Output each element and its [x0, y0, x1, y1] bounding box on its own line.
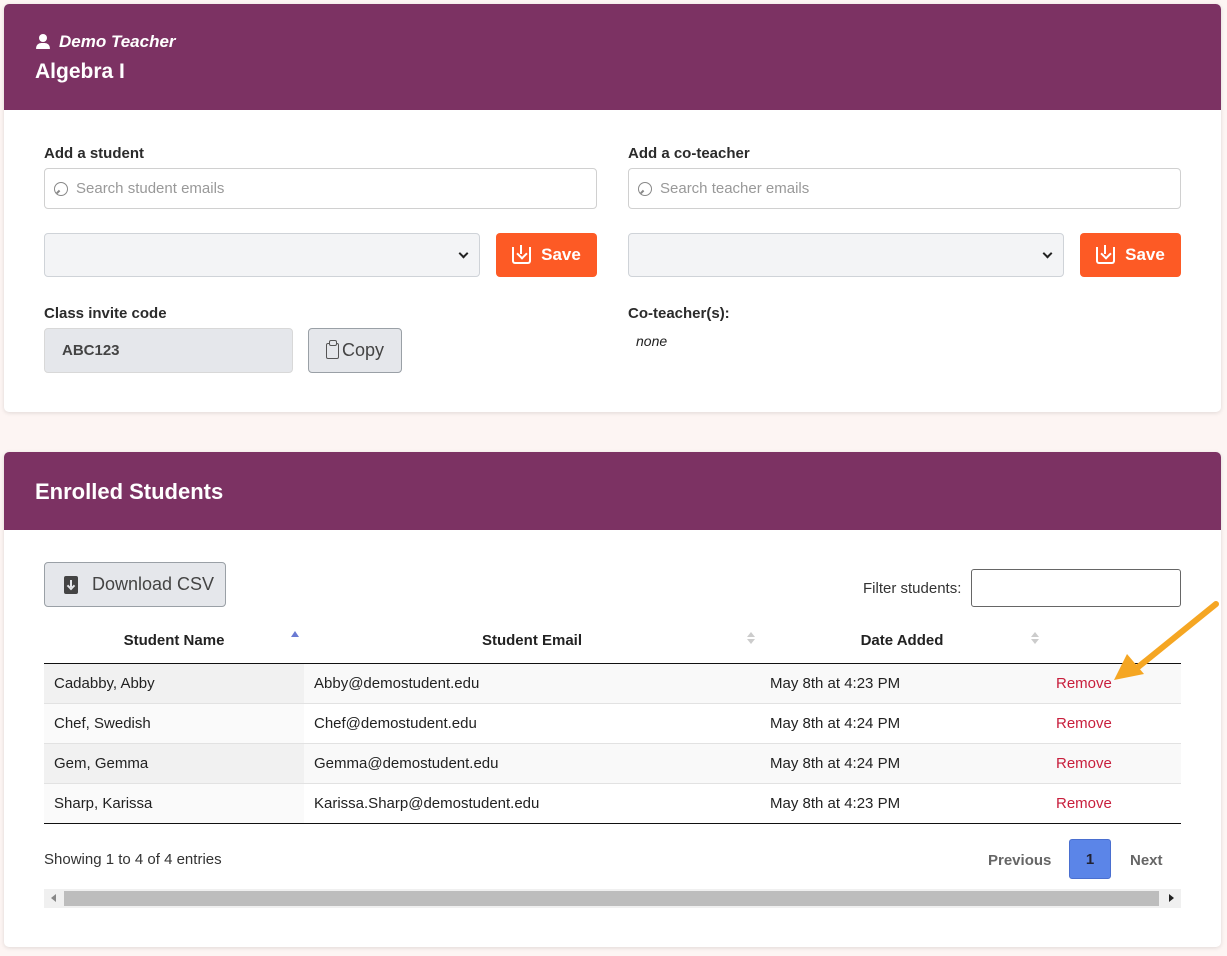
remove-link[interactable]: Remove [1044, 702, 1181, 743]
student-search-input[interactable] [76, 180, 564, 197]
sort-icon [1031, 632, 1039, 646]
column-header-label: Student Name [123, 631, 225, 649]
add-coteacher-label: Add a co-teacher [628, 145, 750, 162]
date-added-cell: May 8th at 4:23 PM [760, 663, 1044, 703]
table-row: Gem, Gemma Gemma@demostudent.edu May 8th… [44, 742, 1181, 783]
download-icon [1096, 244, 1116, 264]
student-name-cell: Gem, Gemma [44, 742, 304, 783]
teacher-row: Demo Teacher [35, 32, 1221, 52]
section-title: Enrolled Students [35, 479, 224, 504]
previous-page-button[interactable]: Previous [988, 852, 1051, 869]
copy-label: Copy [341, 340, 385, 360]
remove-link[interactable]: Remove [1044, 782, 1181, 824]
date-added-cell: May 8th at 4:23 PM [760, 782, 1044, 824]
sort-icon [747, 632, 755, 646]
student-select[interactable] [44, 233, 480, 277]
teacher-name: Demo Teacher [59, 32, 176, 51]
table-row: Chef, Swedish Chef@demostudent.edu May 8… [44, 702, 1181, 743]
copy-button[interactable]: Copy [308, 328, 402, 373]
annotation-arrow-icon [1114, 601, 1219, 680]
entries-info: Showing 1 to 4 of 4 entries [44, 851, 222, 868]
download-csv-label: Download CSV [92, 574, 215, 594]
chevron-down-icon [1042, 248, 1053, 259]
table-header-row: Student Name Student Email Date Added [44, 618, 1181, 664]
file-download-icon [64, 575, 78, 594]
scroll-right-icon[interactable] [1169, 894, 1174, 902]
table-row: Cadabby, Abby Abby@demostudent.edu May 8… [44, 663, 1181, 703]
column-header-email[interactable]: Student Email [304, 618, 760, 664]
student-name-cell: Chef, Swedish [44, 702, 304, 743]
class-header: Demo Teacher Algebra I [4, 4, 1221, 110]
teacher-select[interactable] [628, 233, 1064, 277]
column-header-label: Student Email [481, 631, 582, 649]
student-email-cell: Abby@demostudent.edu [304, 663, 760, 703]
teacher-search-input[interactable] [660, 180, 1148, 197]
save-student-label: Save [541, 245, 581, 264]
column-header-name[interactable]: Student Name [44, 618, 304, 664]
invite-code-field: ABC123 [44, 328, 293, 373]
class-title: Algebra I [35, 60, 125, 83]
invite-code-label: Class invite code [44, 305, 167, 322]
clipboard-icon [325, 339, 339, 359]
filter-label: Filter students: [863, 580, 962, 597]
next-page-button[interactable]: Next [1130, 852, 1163, 869]
remove-link[interactable]: Remove [1044, 742, 1181, 783]
download-csv-button[interactable]: Download CSV [44, 562, 226, 607]
teacher-search-box[interactable] [628, 168, 1181, 209]
student-email-cell: Chef@demostudent.edu [304, 702, 760, 743]
save-coteacher-button[interactable]: Save [1080, 233, 1181, 277]
column-header-label: Date Added [860, 631, 944, 649]
enrolled-header: Enrolled Students [4, 452, 1221, 530]
class-settings-card: Demo Teacher Algebra I Add a student Sav… [4, 4, 1221, 412]
person-icon [35, 34, 51, 50]
save-coteacher-label: Save [1125, 245, 1165, 264]
save-student-button[interactable]: Save [496, 233, 597, 277]
student-search-box[interactable] [44, 168, 597, 209]
column-header-date[interactable]: Date Added [760, 618, 1044, 664]
student-name-cell: Sharp, Karissa [44, 782, 304, 824]
date-added-cell: May 8th at 4:24 PM [760, 742, 1044, 783]
search-icon [638, 181, 652, 196]
search-icon [54, 181, 68, 196]
add-student-label: Add a student [44, 145, 144, 162]
student-email-cell: Karissa.Sharp@demostudent.edu [304, 782, 760, 824]
scroll-left-icon[interactable] [51, 894, 56, 902]
student-email-cell: Gemma@demostudent.edu [304, 742, 760, 783]
download-icon [512, 244, 532, 264]
enrolled-students-card: Enrolled Students Download CSV Filter st… [4, 452, 1221, 947]
coteachers-label: Co-teacher(s): [628, 305, 730, 322]
horizontal-scrollbar[interactable] [44, 889, 1181, 908]
scroll-thumb[interactable] [64, 891, 1159, 906]
page-1-button[interactable]: 1 [1069, 839, 1111, 879]
table-row: Sharp, Karissa Karissa.Sharp@demostudent… [44, 782, 1181, 824]
student-name-cell: Cadabby, Abby [44, 663, 304, 703]
coteachers-value: none [636, 333, 668, 349]
chevron-down-icon [458, 248, 469, 259]
sort-ascending-icon [291, 631, 299, 637]
date-added-cell: May 8th at 4:24 PM [760, 702, 1044, 743]
students-table: Student Name Student Email Date Added Ca… [44, 618, 1181, 824]
